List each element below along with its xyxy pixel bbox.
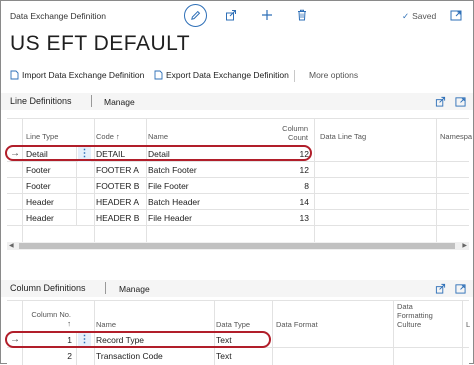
line-type-cell[interactable]: Footer <box>26 178 51 194</box>
table-row[interactable]: Footer FOOTER A Batch Footer 12 <box>7 162 469 178</box>
count-cell[interactable]: 12 <box>272 162 309 178</box>
import-definition-button[interactable]: Import Data Exchange Definition <box>10 70 144 80</box>
name-cell[interactable]: Batch Footer <box>148 162 197 178</box>
col-header-code[interactable]: Code ↑ <box>96 132 120 141</box>
import-label: Import Data Exchange Definition <box>22 70 145 80</box>
count-cell[interactable]: 13 <box>272 210 309 226</box>
sort-ascending-icon: ↑ <box>116 132 120 141</box>
column-definitions-manage-button[interactable]: Manage <box>119 284 150 294</box>
col-header-data-format[interactable]: Data Format <box>276 320 318 329</box>
name-cell[interactable]: File Header <box>148 210 192 226</box>
action-bar: Import Data Exchange Definition Export D… <box>1 67 473 85</box>
column-definitions-title: Column Definitions <box>10 283 86 293</box>
col-header-line-type[interactable]: Line Type <box>26 132 58 141</box>
col-header-data-formatting-culture[interactable]: Data Formatting Culture <box>397 302 433 329</box>
col-header-column-count[interactable]: Column Count <box>272 124 308 142</box>
scrollbar-thumb[interactable] <box>19 243 455 249</box>
name-cell[interactable]: Batch Header <box>148 194 200 210</box>
code-header-label: Code <box>96 132 114 141</box>
delete-button[interactable] <box>295 8 309 22</box>
page-kind-label: Data Exchange Definition <box>10 11 106 21</box>
line-type-cell[interactable]: Footer <box>26 162 51 178</box>
col-header-length[interactable]: L <box>466 320 470 329</box>
dfc-line2: Formatting <box>397 311 433 320</box>
col-header-data-type[interactable]: Data Type <box>216 320 250 329</box>
col-header-name[interactable]: Name <box>96 320 116 329</box>
code-cell[interactable]: FOOTER A <box>96 162 139 178</box>
page-header: Data Exchange Definition ✓ Saved <box>1 1 473 29</box>
col-header-data-line-tag[interactable]: Data Line Tag <box>320 132 366 141</box>
line-definitions-manage-button[interactable]: Manage <box>104 97 135 107</box>
export-definition-button[interactable]: Export Data Exchange Definition <box>154 70 289 80</box>
share-icon[interactable] <box>435 96 446 107</box>
export-label: Export Data Exchange Definition <box>166 70 289 80</box>
count-cell[interactable]: 14 <box>272 194 309 210</box>
table-row[interactable]: Footer FOOTER B File Footer 8 <box>7 178 469 194</box>
line-type-cell[interactable]: Header <box>26 210 54 226</box>
col-header-name[interactable]: Name <box>148 132 168 141</box>
more-options-button[interactable]: More options <box>309 70 358 80</box>
line-definitions-grid: Line Type Code ↑ Name Column Count Data … <box>5 118 472 250</box>
count-cell[interactable]: 8 <box>272 178 309 194</box>
horizontal-scrollbar[interactable]: ◀ ▶ <box>7 242 469 250</box>
line-definitions-header: Line Definitions Manage <box>1 93 473 110</box>
column-count-line2: Count <box>287 133 308 142</box>
section-divider <box>105 282 106 294</box>
expand-icon <box>450 10 462 21</box>
name-cell[interactable]: Transaction Code <box>96 348 163 364</box>
column-no-label: Column No. <box>31 310 71 319</box>
page-title: US EFT DEFAULT <box>10 32 191 55</box>
expand-button[interactable] <box>450 9 462 23</box>
delete-icon <box>298 9 306 21</box>
name-cell[interactable]: File Footer <box>148 178 189 194</box>
import-icon <box>10 70 19 80</box>
empty-row <box>7 226 469 242</box>
expand-icon[interactable] <box>455 96 466 107</box>
dfc-line1: Data <box>397 302 413 311</box>
scroll-right-icon[interactable]: ▶ <box>462 242 467 250</box>
selected-row-highlight <box>5 145 312 161</box>
sort-ascending-icon: ↑ <box>67 319 71 328</box>
line-definitions-title: Line Definitions <box>10 96 72 106</box>
dfc-line3: Culture <box>397 320 422 329</box>
add-icon <box>262 10 272 20</box>
expand-icon[interactable] <box>455 283 466 294</box>
share-icon[interactable] <box>435 283 446 294</box>
new-button[interactable] <box>260 8 274 22</box>
line-type-cell[interactable]: Header <box>26 194 54 210</box>
table-row[interactable]: 2 Transaction Code Text <box>7 348 469 364</box>
selected-row-highlight <box>5 331 271 348</box>
share-button[interactable] <box>224 8 238 22</box>
saved-status: ✓ Saved <box>402 11 436 22</box>
col-header-column-no[interactable]: Column No. ↑ <box>21 310 71 328</box>
edit-button[interactable] <box>184 4 207 27</box>
checkmark-icon: ✓ <box>402 11 410 21</box>
code-cell[interactable]: FOOTER B <box>96 178 139 194</box>
table-row[interactable]: Header HEADER B File Header 13 <box>7 210 469 226</box>
saved-label: Saved <box>412 11 437 21</box>
column-no-cell[interactable]: 2 <box>22 348 72 364</box>
table-row[interactable]: Header HEADER A Batch Header 14 <box>7 194 469 210</box>
column-definitions-grid: Column No. ↑ Name Data Type Data Format … <box>5 300 470 365</box>
code-cell[interactable]: HEADER A <box>96 194 139 210</box>
column-definitions-header: Column Definitions Manage <box>1 280 473 297</box>
col-header-namespace[interactable]: Namespa <box>440 132 472 141</box>
page-frame: Data Exchange Definition ✓ Saved US EFT … <box>0 0 474 365</box>
edit-icon <box>191 10 201 20</box>
export-icon <box>154 70 163 80</box>
scroll-left-icon[interactable]: ◀ <box>9 242 14 250</box>
code-cell[interactable]: HEADER B <box>96 210 139 226</box>
share-icon <box>226 10 236 21</box>
column-count-line1: Column <box>282 124 308 133</box>
action-divider <box>294 70 295 82</box>
section-divider <box>91 95 92 107</box>
data-type-cell[interactable]: Text <box>216 348 232 364</box>
